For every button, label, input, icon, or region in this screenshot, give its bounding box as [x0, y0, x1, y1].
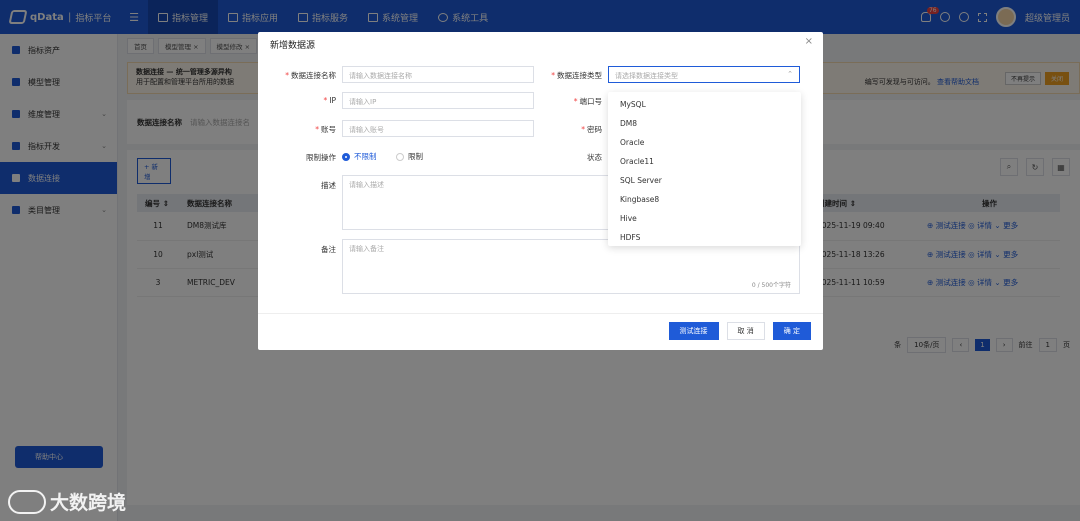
watermark-logo-icon — [8, 489, 46, 514]
radio-unchecked-icon — [396, 152, 404, 161]
limit-radio-limited[interactable]: 限制 — [396, 151, 423, 162]
limit-radio-unlimited[interactable]: 不限制 — [342, 151, 377, 162]
password-label: 密码 — [587, 125, 602, 134]
confirm-button[interactable]: 确 定 — [772, 322, 811, 340]
option-oracle11[interactable]: Oracle11 — [608, 152, 801, 171]
chevron-up-icon: ⌃ — [787, 70, 793, 78]
type-dropdown: MySQL DM8 Oracle Oracle11 SQL Server Kin… — [608, 92, 801, 246]
type-select[interactable]: 请选择数据连接类型 ⌃ — [608, 66, 800, 83]
option-oracle[interactable]: Oracle — [608, 133, 801, 152]
option-mysql[interactable]: MySQL — [608, 95, 801, 114]
option-hdfs[interactable]: HDFS — [608, 228, 801, 246]
remark-textarea[interactable]: 请输入备注 0 / 500个字符 — [342, 239, 800, 294]
type-label: 数据连接类型 — [557, 71, 602, 80]
account-input[interactable]: 请输入账号 — [342, 120, 534, 137]
limit-label: 限制操作 — [306, 153, 336, 162]
remark-label: 备注 — [321, 245, 336, 254]
dialog-footer: 测试连接 取 消 确 定 — [668, 322, 811, 340]
option-hive[interactable]: Hive — [608, 209, 801, 228]
status-label: 状态 — [587, 153, 602, 162]
remark-char-count: 0 / 500个字符 — [751, 282, 791, 289]
ip-label: IP — [329, 96, 336, 105]
dialog-title: 新增数据源 — [270, 40, 316, 51]
name-input[interactable]: 请输入数据连接名称 — [342, 66, 534, 83]
cancel-button[interactable]: 取 消 — [726, 322, 765, 340]
account-label: 账号 — [321, 125, 336, 134]
port-label: 端口号 — [579, 97, 603, 106]
desc-label: 描述 — [321, 181, 336, 190]
close-icon[interactable]: × — [805, 36, 813, 47]
option-kingbase8[interactable]: Kingbase8 — [608, 190, 801, 209]
name-label: 数据连接名称 — [291, 71, 336, 80]
ip-input[interactable]: 请输入IP — [342, 92, 534, 109]
watermark: 大数跨境 — [8, 488, 126, 515]
radio-checked-icon — [342, 152, 350, 161]
option-sqlserver[interactable]: SQL Server — [608, 171, 801, 190]
watermark-text: 大数跨境 — [50, 492, 127, 514]
test-connection-button[interactable]: 测试连接 — [668, 322, 719, 340]
option-dm8[interactable]: DM8 — [608, 114, 801, 133]
